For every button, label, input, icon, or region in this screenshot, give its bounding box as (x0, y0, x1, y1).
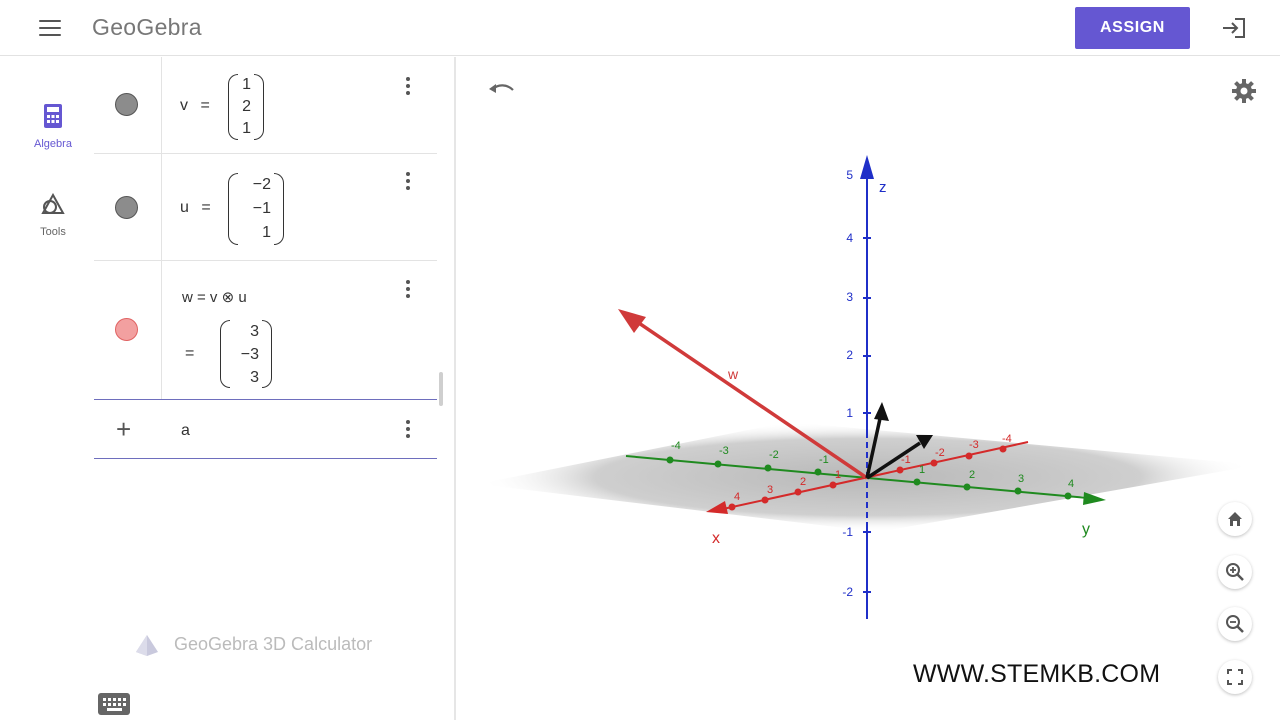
vector-value: −2 −1 1 (228, 173, 284, 245)
keyboard-icon[interactable] (98, 693, 130, 715)
vector-w-arrowhead (618, 309, 646, 333)
hamburger-menu-icon[interactable] (34, 16, 66, 40)
visibility-toggle[interactable] (115, 93, 138, 116)
graphics-3d-view[interactable]: -4 -3 -2 -1 1 2 3 4 4 3 2 1 -1 -2 -3 -4 (458, 57, 1280, 720)
vector-u-arrowhead (874, 402, 889, 421)
visibility-toggle[interactable] (115, 196, 138, 219)
scrollbar[interactable] (439, 372, 443, 406)
visibility-toggle[interactable] (115, 318, 138, 341)
algebra-row-u[interactable]: u = −2 −1 1 (94, 153, 437, 261)
y-tick-label: -4 (671, 440, 681, 452)
3d-scene[interactable]: -4 -3 -2 -1 1 2 3 4 4 3 2 1 -1 -2 -3 -4 (458, 57, 1280, 720)
y-tick-label: 4 (1068, 478, 1074, 490)
algebra-row-w[interactable]: w = v ⊗ u = 3 −3 3 (94, 260, 437, 399)
vector-component: 2 (242, 98, 251, 115)
x-tick-label: -4 (1002, 433, 1012, 445)
vector-value: 3 −3 3 (220, 320, 272, 388)
z-tick-label: 1 (846, 406, 853, 420)
more-options-icon[interactable] (402, 418, 414, 440)
y-tick-label: 2 (969, 469, 975, 481)
calculator-icon (44, 104, 62, 128)
geogebra-3d-logo-icon (136, 635, 158, 656)
home-icon (1228, 512, 1242, 526)
object-name: v (180, 97, 188, 114)
zoom-in-button[interactable] (1218, 555, 1252, 589)
x-tick-label: 1 (835, 469, 841, 481)
fullscreen-button[interactable] (1218, 660, 1252, 694)
vector-value: 1 2 1 (228, 74, 264, 140)
sign-in-icon[interactable] (1220, 16, 1248, 40)
z-tick-label: 3 (846, 290, 853, 304)
z-tick-label: -2 (842, 585, 853, 599)
top-app-bar: GeoGebra ASSIGN (0, 0, 1280, 56)
expression-lhs: u = (180, 199, 211, 217)
z-axis-label: z (879, 179, 887, 196)
x-tick-label: 2 (800, 476, 806, 488)
more-options-icon[interactable] (402, 75, 414, 97)
expression-lhs: v = (180, 97, 210, 115)
marble-cell (94, 57, 162, 153)
y-axis-arrow (1083, 492, 1106, 505)
x-axis-label: x (712, 530, 720, 547)
assign-button[interactable]: ASSIGN (1075, 7, 1190, 49)
z-tick-label: 4 (846, 231, 853, 245)
rail-item-tools[interactable]: Tools (12, 192, 94, 238)
vector-component: 3 (250, 369, 259, 386)
z-tick-label: 2 (846, 348, 853, 362)
geogebra-logo[interactable]: GeoGebra (92, 14, 202, 41)
y-tick-label: 1 (919, 464, 925, 476)
equals-sign: = (185, 345, 195, 362)
zoom-out-button[interactable] (1218, 607, 1252, 641)
object-name: u (180, 199, 189, 216)
object-definition: w = v ⊗ u (182, 289, 247, 306)
x-tick-label: 3 (767, 484, 773, 496)
equals-sign: = (200, 97, 210, 114)
standard-view-button[interactable] (1218, 502, 1252, 536)
algebra-view: v = 1 2 1 u = −2 −1 1 w = v ⊗ u = 3 −3 3… (94, 57, 456, 720)
y-tick-label: -2 (769, 449, 779, 461)
z-tick-label: 5 (846, 168, 853, 182)
vector-component: 1 (262, 224, 271, 241)
fullscreen-icon (1227, 669, 1243, 685)
more-options-icon[interactable] (402, 170, 414, 192)
y-tick-label: 3 (1018, 473, 1024, 485)
rail-item-algebra[interactable]: Algebra (12, 103, 94, 150)
z-tick-labels: 5 4 3 2 1 -1 -2 (842, 168, 853, 599)
vector-component: −2 (252, 176, 271, 193)
website-watermark: WWW.STEMKB.COM (913, 660, 1161, 688)
equals-sign: = (201, 199, 211, 216)
zoom-in-icon (1226, 563, 1244, 581)
more-options-icon[interactable] (402, 278, 414, 300)
algebra-input[interactable] (179, 418, 383, 444)
vector-component: 3 (250, 323, 259, 340)
vector-component: 1 (242, 76, 251, 93)
rail-item-label: Tools (40, 226, 66, 238)
y-tick-label: -3 (719, 445, 729, 457)
vector-component: −3 (240, 346, 259, 363)
y-tick-label: -1 (819, 454, 829, 466)
y-axis-label: y (1082, 521, 1090, 538)
vector-component: −1 (252, 200, 271, 217)
z-axis-arrow (860, 155, 874, 179)
zoom-out-icon (1226, 615, 1244, 633)
x-tick-label: 4 (734, 491, 740, 503)
x-tick-label: -2 (935, 447, 945, 459)
add-item-icon[interactable]: + (116, 416, 131, 442)
vector-component: 1 (242, 120, 251, 137)
z-tick-label: -1 (842, 525, 853, 539)
marble-cell (94, 260, 162, 399)
vector-w-label: w (727, 366, 739, 382)
rail-item-label: Algebra (34, 138, 72, 150)
algebra-row-v[interactable]: v = 1 2 1 (94, 57, 437, 154)
app-watermark: GeoGebra 3D Calculator (134, 631, 434, 659)
algebra-input-row: + (94, 399, 437, 459)
perspective-rail: Algebra Tools (12, 57, 95, 720)
marble-cell (94, 153, 162, 260)
x-tick-label: -3 (969, 439, 979, 451)
watermark-text: GeoGebra 3D Calculator (174, 634, 373, 654)
tools-icon (41, 192, 65, 214)
